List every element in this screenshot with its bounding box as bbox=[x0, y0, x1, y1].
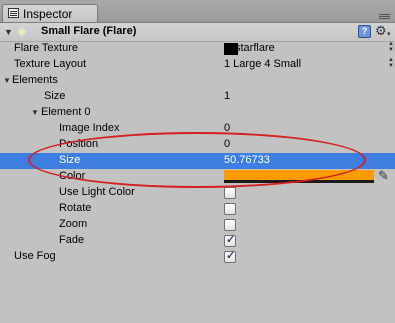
color-label: Color bbox=[59, 170, 86, 182]
fade-checkbox[interactable]: ✓ bbox=[224, 234, 236, 247]
tab-inspector[interactable]: Inspector bbox=[2, 4, 98, 22]
element-size-label: Size bbox=[59, 154, 81, 166]
texture-layout-row: Texture Layout 1 Large 4 Small ▲ ▼ bbox=[0, 57, 395, 73]
color-row: Color ✎ bbox=[0, 168, 395, 185]
flare-icon: ✦ bbox=[16, 24, 28, 40]
use-fog-row: Use Fog ✓ bbox=[0, 249, 395, 265]
element-size-row: Size 50.76733 bbox=[0, 153, 395, 169]
component-header[interactable]: ▼ ✦ Small Flare (Flare) ? ⚙ ▾ bbox=[0, 23, 395, 42]
tab-inspector-label: Inspector bbox=[23, 7, 73, 21]
position-row: Position 0 bbox=[0, 137, 395, 153]
help-icon[interactable]: ? bbox=[358, 25, 371, 38]
rotate-row: Rotate bbox=[0, 201, 395, 217]
check-icon: ✓ bbox=[226, 250, 236, 262]
element0-foldout[interactable]: ▼ Element 0 bbox=[0, 105, 395, 121]
rotate-label: Rotate bbox=[59, 202, 92, 214]
image-index-label: Image Index bbox=[59, 122, 120, 134]
foldout-arrow-icon[interactable]: ▼ bbox=[3, 76, 11, 85]
elements-size-field[interactable]: 1 bbox=[224, 90, 230, 102]
flare-texture-label: Flare Texture bbox=[14, 42, 78, 54]
element0-label: Element 0 bbox=[41, 106, 91, 118]
flare-texture-field[interactable]: starflare bbox=[235, 42, 275, 54]
fade-row: Fade ✓ bbox=[0, 233, 395, 249]
elements-size-label: Size bbox=[44, 90, 66, 102]
eyedropper-icon[interactable]: ✎ bbox=[378, 168, 389, 184]
gear-icon[interactable]: ⚙ bbox=[375, 23, 387, 39]
element-size-field[interactable]: 50.76733 bbox=[224, 154, 270, 166]
use-light-color-checkbox[interactable] bbox=[224, 187, 236, 199]
tab-bar: Inspector bbox=[0, 0, 395, 23]
flare-texture-row: Flare Texture starflare ▲ ▼ bbox=[0, 41, 395, 57]
component-title: Small Flare (Flare) bbox=[41, 25, 137, 37]
texture-layout-label: Texture Layout bbox=[14, 58, 87, 70]
foldout-arrow-icon[interactable]: ▼ bbox=[31, 108, 39, 117]
elements-foldout[interactable]: ▼ Elements bbox=[0, 73, 395, 89]
color-field[interactable] bbox=[224, 170, 374, 183]
chevron-down-icon[interactable]: ▾ bbox=[387, 30, 391, 38]
foldout-toggle-icon[interactable]: ▼ bbox=[4, 27, 13, 37]
use-fog-checkbox[interactable]: ✓ bbox=[224, 250, 236, 263]
rotate-checkbox[interactable] bbox=[224, 203, 236, 215]
inspector-icon bbox=[8, 8, 19, 18]
zoom-label: Zoom bbox=[59, 218, 88, 230]
position-field[interactable]: 0 bbox=[224, 138, 230, 150]
texture-layout-dropdown[interactable]: 1 Large 4 Small bbox=[224, 58, 301, 70]
elements-label: Elements bbox=[12, 74, 58, 86]
elements-size-row: Size 1 bbox=[0, 89, 395, 105]
image-index-field[interactable]: 0 bbox=[224, 122, 230, 134]
object-picker-icon[interactable]: ▲ ▼ bbox=[388, 41, 394, 53]
check-icon: ✓ bbox=[226, 234, 236, 246]
image-index-row: Image Index 0 bbox=[0, 121, 395, 137]
use-light-color-label: Use Light Color bbox=[59, 186, 135, 198]
dropdown-arrows-icon[interactable]: ▲ ▼ bbox=[388, 57, 394, 69]
use-fog-label: Use Fog bbox=[14, 250, 56, 262]
position-label: Position bbox=[59, 138, 99, 150]
zoom-row: Zoom bbox=[0, 217, 395, 233]
zoom-checkbox[interactable] bbox=[224, 219, 236, 231]
tab-menu-icon[interactable] bbox=[379, 14, 390, 15]
use-light-color-row: Use Light Color bbox=[0, 185, 395, 201]
fade-label: Fade bbox=[59, 234, 85, 246]
